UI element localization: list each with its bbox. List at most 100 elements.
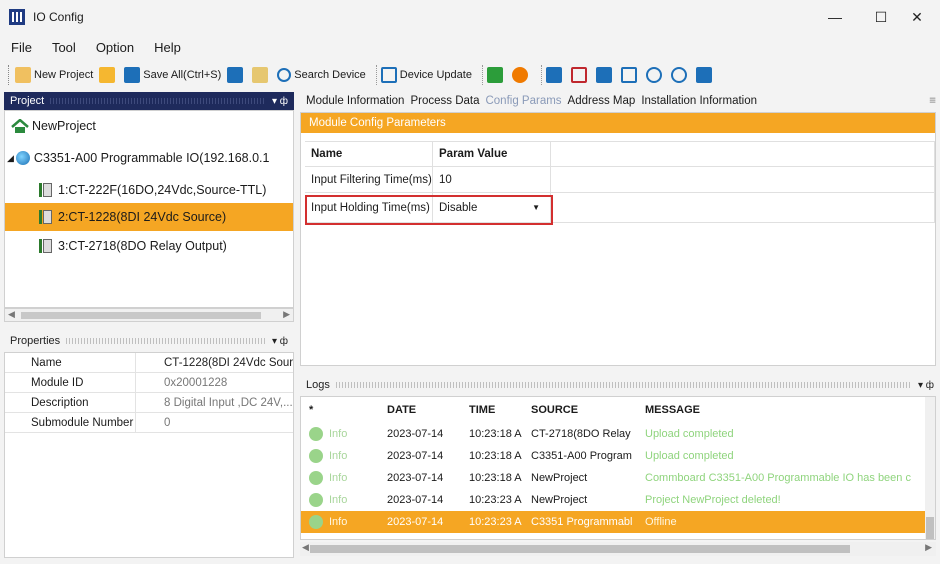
scroll-thumb[interactable]: [310, 545, 850, 553]
export-button[interactable]: [695, 67, 715, 83]
tab-installation-information[interactable]: Installation Information: [641, 95, 757, 107]
property-row[interactable]: Description 8 Digital Input ,DC 24V,...: [5, 393, 293, 413]
tab-process-data[interactable]: Process Data: [410, 95, 479, 107]
pin-icon[interactable]: ▾ ф: [272, 336, 288, 347]
settings-button[interactable]: [252, 67, 271, 83]
device-update-label: Device Update: [399, 69, 472, 81]
tree-module-2[interactable]: 2:CT-1228(8DI 24Vdc Source): [5, 203, 293, 231]
open-button[interactable]: [99, 67, 118, 83]
status-dot-icon: [309, 493, 323, 507]
add-icon: [620, 67, 637, 83]
title-bar: IO Config — ☐ ✕: [0, 0, 940, 34]
search-device-button[interactable]: Search Device: [277, 68, 366, 82]
column-header-message: MESSAGE: [645, 404, 701, 416]
trash-icon: [570, 67, 587, 83]
property-row[interactable]: Submodule Number 0: [5, 413, 293, 433]
tab-overflow-icon[interactable]: ≡: [929, 95, 936, 107]
toolbar-separator: [481, 65, 483, 85]
menu-tool[interactable]: Tool: [52, 40, 76, 55]
project-panel-header: Project ▾ ф: [4, 92, 294, 110]
log-row[interactable]: Info 2023-07-14 10:23:18 A NewProject Co…: [301, 467, 927, 489]
update-icon: [380, 67, 397, 83]
save-all-label: Save All(Ctrl+S): [143, 69, 222, 81]
log-row[interactable]: Info 2023-07-14 10:23:23 A NewProject Pr…: [301, 489, 927, 511]
online-button[interactable]: [486, 67, 506, 83]
home-icon: [11, 118, 29, 133]
log-message: Upload completed: [645, 450, 734, 462]
tree-module-3[interactable]: 3:CT-2718(8DO Relay Output): [39, 235, 227, 257]
warning-icon: [511, 67, 528, 83]
tab-module-information[interactable]: Module Information: [306, 95, 404, 107]
pin-icon[interactable]: ▾ ф: [272, 96, 288, 107]
param-value[interactable]: 10: [433, 167, 551, 192]
export-icon: [695, 67, 712, 83]
grid-button[interactable]: [545, 67, 565, 83]
delete-button[interactable]: [570, 67, 590, 83]
config-header-row: Name Param Value: [305, 141, 935, 167]
search-device-label: Search Device: [294, 69, 366, 81]
tree-root[interactable]: NewProject: [11, 118, 96, 133]
log-time: 10:23:18 A: [469, 428, 522, 440]
property-row[interactable]: Name CT-1228(8DI 24Vdc Sourc: [5, 353, 293, 373]
tree-device[interactable]: ◢ C3351-A00 Programmable IO(192.168.0.1: [7, 151, 269, 165]
menu-file[interactable]: File: [11, 40, 32, 55]
menu-option[interactable]: Option: [96, 40, 134, 55]
logs-vertical-scrollbar[interactable]: [925, 397, 935, 539]
property-value: 0x20001228: [135, 373, 293, 392]
scroll-right-icon[interactable]: ▶: [283, 309, 290, 320]
property-row[interactable]: Module ID 0x20001228: [5, 373, 293, 393]
grid-icon: [545, 67, 562, 83]
offline-button[interactable]: [511, 67, 531, 83]
log-date: 2023-07-14: [387, 428, 444, 440]
column-header-source: SOURCE: [531, 404, 579, 416]
tree-module-label: 3:CT-2718(8DO Relay Output): [58, 239, 227, 253]
folder-icon: [99, 67, 116, 83]
log-message: Offline: [645, 516, 677, 528]
log-row[interactable]: Info 2023-07-14 10:23:18 A C3351-A00 Pro…: [301, 445, 927, 467]
tree-module-1[interactable]: 1:CT-222F(16DO,24Vdc,Source-TTL): [39, 179, 266, 201]
properties-grid: Name CT-1228(8DI 24Vdc Sourc Module ID 0…: [4, 352, 294, 558]
search-icon: [277, 68, 292, 82]
column-filler: [551, 193, 935, 222]
move-down-button[interactable]: [670, 67, 690, 83]
scroll-thumb[interactable]: [21, 312, 261, 319]
tree-device-label: C3351-A00 Programmable IO(192.168.0.1: [33, 151, 270, 165]
scroll-left-icon[interactable]: ◀: [8, 309, 15, 320]
expand-icon[interactable]: ◢: [7, 153, 14, 164]
window-title: IO Config: [33, 10, 84, 24]
param-name: Input Filtering Time(ms): [305, 167, 433, 192]
build-button[interactable]: [227, 67, 246, 83]
project-tree: NewProject ◢ C3351-A00 Programmable IO(1…: [4, 110, 294, 308]
column-filler: [551, 142, 935, 166]
scroll-left-icon[interactable]: ◀: [302, 542, 309, 553]
scroll-right-icon[interactable]: ▶: [925, 542, 932, 553]
device-update-button[interactable]: Device Update: [380, 67, 472, 83]
status-dot-icon: [309, 471, 323, 485]
minimize-button[interactable]: —: [812, 0, 858, 34]
config-params-panel: Module Config Parameters Name Param Valu…: [300, 112, 936, 366]
module-button[interactable]: [595, 67, 615, 83]
new-project-button[interactable]: New Project: [15, 67, 93, 83]
log-row[interactable]: Info 2023-07-14 10:23:18 A CT-2718(8DO R…: [301, 423, 927, 445]
menu-help[interactable]: Help: [154, 40, 181, 55]
log-level: Info: [329, 450, 348, 462]
add-button[interactable]: [620, 67, 640, 83]
properties-panel-header: Properties ▾ ф: [4, 332, 294, 350]
config-row[interactable]: Input Filtering Time(ms) 10: [305, 167, 935, 193]
property-value: CT-1228(8DI 24Vdc Sourc: [135, 353, 293, 372]
tab-address-map[interactable]: Address Map: [568, 95, 636, 107]
tab-config-params[interactable]: Config Params: [485, 95, 561, 107]
move-up-button[interactable]: [645, 67, 665, 83]
pin-icon[interactable]: ▾ ф: [918, 380, 934, 391]
project-horizontal-scrollbar[interactable]: ◀ ▶: [4, 308, 294, 322]
save-all-button[interactable]: Save All(Ctrl+S): [124, 67, 221, 83]
logs-header-row: * DATE TIME SOURCE MESSAGE: [301, 399, 927, 421]
column-header-value: Param Value: [433, 142, 551, 166]
scroll-thumb[interactable]: [926, 517, 934, 539]
logs-horizontal-scrollbar[interactable]: ◀ ▶: [300, 542, 936, 556]
property-value: 0: [135, 413, 293, 432]
module-icon: [39, 182, 55, 198]
close-button[interactable]: ✕: [894, 0, 940, 34]
log-row-selected[interactable]: Info 2023-07-14 10:23:23 A C3351 Program…: [301, 511, 927, 533]
log-message: Commboard C3351-A00 Programmable IO has …: [645, 472, 911, 484]
